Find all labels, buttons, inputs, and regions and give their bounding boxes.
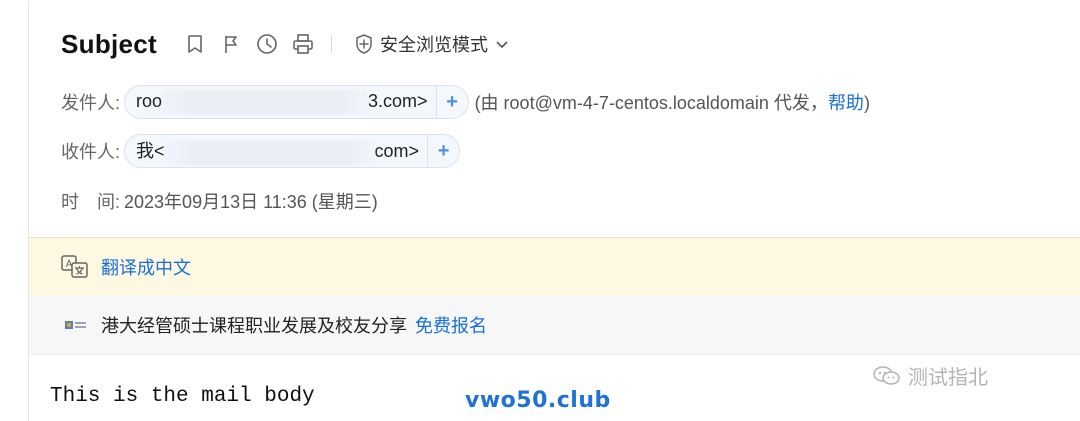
sender-address-start: roo	[136, 90, 163, 111]
recipient-chip[interactable]: 我< com> +	[124, 134, 461, 168]
mail-toolbar: 安全浏览模式	[183, 31, 508, 57]
recipient-label: 收件人:	[61, 142, 121, 162]
chevron-down-icon	[496, 37, 508, 52]
clock-icon[interactable]	[255, 32, 279, 56]
watermark-label: 测试指北	[908, 367, 988, 389]
shield-icon	[356, 34, 372, 54]
redacted-mask	[164, 140, 375, 165]
wechat-watermark: 测试指北	[872, 361, 988, 390]
help-link[interactable]: 帮助	[828, 93, 864, 113]
sender-chip[interactable]: roo 3.com> +	[124, 85, 469, 119]
watermark-text: vwo50.club	[465, 388, 611, 413]
bookmark-icon[interactable]	[183, 32, 207, 56]
sender-address[interactable]: roo 3.com>	[125, 90, 436, 114]
recipient-row: 收件人: 我< com> +	[61, 133, 461, 169]
recipient-address-start: 我<	[136, 141, 165, 162]
add-contact-button[interactable]: +	[427, 135, 459, 167]
translate-icon: A	[61, 254, 89, 280]
time-value: 2023年09月13日 11:36 (星期三)	[124, 192, 378, 212]
recipient-address[interactable]: 我< com>	[125, 137, 427, 165]
mail-header: Subject 安全浏览模式 发件人: roo 3.com> + (由 root…	[29, 0, 1080, 237]
subject-row: Subject 安全浏览模式	[61, 26, 508, 62]
mail-subject: Subject	[61, 28, 158, 59]
time-row: 时 间: 2023年09月13日 11:36 (星期三)	[61, 183, 378, 219]
mail-body: This is the mail body	[50, 385, 315, 408]
redacted-mask	[162, 90, 369, 114]
sender-address-end: 3.com>	[368, 90, 428, 111]
ad-text: 港大经管硕士课程职业发展及校友分享	[101, 316, 407, 336]
print-icon[interactable]	[291, 32, 315, 56]
time-label: 时 间:	[61, 192, 121, 212]
via-text: (由 root@vm-4-7-centos.localdomain 代发，	[474, 93, 828, 113]
ad-register-link[interactable]: 免费报名	[415, 312, 487, 338]
ad-logo-icon	[65, 319, 87, 331]
safe-mode-dropdown[interactable]: 安全浏览模式	[354, 31, 508, 57]
sender-via-text: (由 root@vm-4-7-centos.localdomain 代发，帮助)	[475, 89, 870, 115]
wechat-icon	[873, 365, 900, 385]
translate-bar: A 翻译成中文	[29, 237, 1080, 296]
add-contact-button[interactable]: +	[435, 86, 468, 118]
safe-mode-label: 安全浏览模式	[380, 35, 489, 55]
toolbar-separator	[331, 35, 333, 53]
sender-label: 发件人:	[61, 93, 121, 113]
flag-icon[interactable]	[219, 32, 243, 56]
recipient-address-end: com>	[374, 141, 420, 162]
via-close: )	[863, 93, 870, 113]
translate-link[interactable]: 翻译成中文	[101, 254, 191, 280]
sender-row: 发件人: roo 3.com> + (由 root@vm-4-7-centos.l…	[61, 84, 870, 120]
ad-bar: 港大经管硕士课程职业发展及校友分享 免费报名	[29, 296, 1080, 355]
